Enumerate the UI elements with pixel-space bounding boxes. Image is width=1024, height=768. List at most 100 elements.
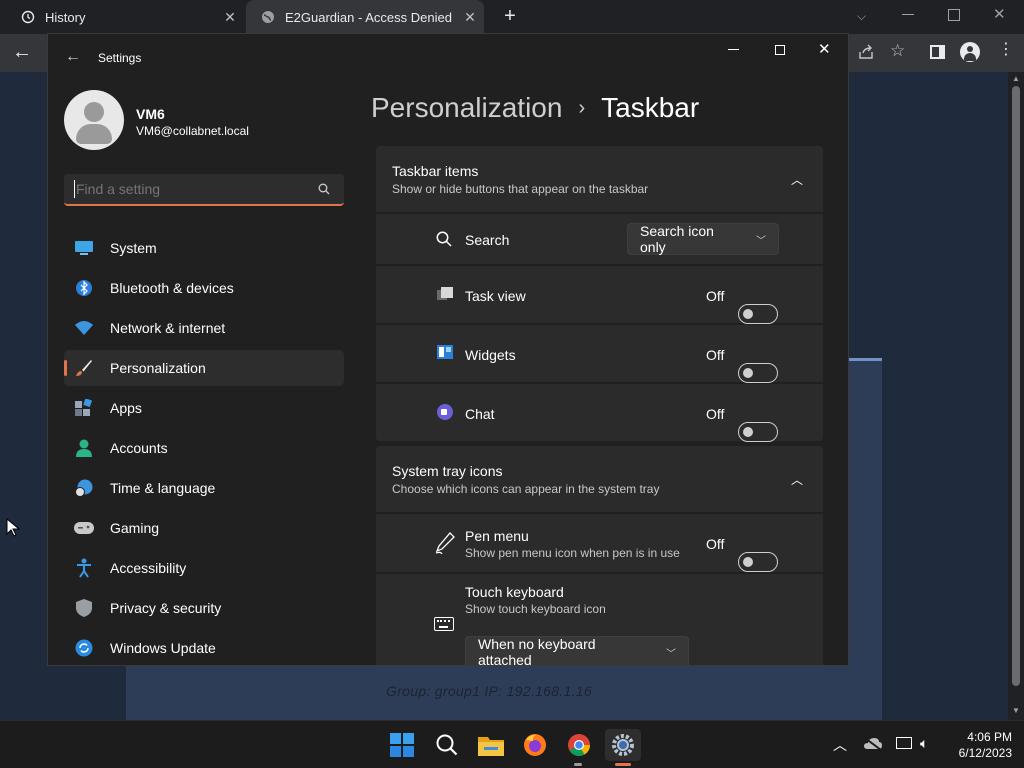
sidebar-item-accounts[interactable]: Accounts (64, 430, 344, 466)
close-tab-icon[interactable]: ✕ (222, 9, 238, 25)
pen-menu-row: Pen menu Show pen menu icon when pen is … (376, 514, 823, 572)
start-windows-icon[interactable] (386, 729, 418, 761)
taskbar-date[interactable]: 6/12/2023 (950, 746, 1012, 760)
time-language-icon (74, 478, 94, 498)
page-scrollbar[interactable]: ▲ ▼ (1008, 72, 1024, 720)
user-name: VM6 (136, 106, 165, 122)
wifi-icon (74, 318, 94, 338)
sidebar-item-privacy[interactable]: Privacy & security (64, 590, 344, 626)
task-view-row: Task view Off (376, 266, 823, 324)
back-arrow-icon[interactable]: ← (12, 42, 32, 62)
row-sublabel: Show touch keyboard icon (465, 602, 606, 616)
toggle-state: Off (706, 347, 725, 363)
windows-taskbar: ︿ 🔈︎ 4:06 PM 6/12/2023 (0, 720, 1024, 768)
tab-title: E2Guardian - Access Denied (285, 9, 452, 25)
file-explorer-icon[interactable] (475, 729, 507, 761)
new-tab-button[interactable]: + (500, 6, 520, 26)
history-icon (20, 9, 36, 25)
sidebar-item-apps[interactable]: Apps (64, 390, 344, 426)
sidebar-item-label: Gaming (110, 520, 160, 536)
chevron-up-icon[interactable]: ︿ (791, 471, 803, 488)
pen-icon (435, 532, 455, 559)
network-icon[interactable] (896, 737, 912, 749)
taskbar-items-header[interactable]: Taskbar items Show or hide buttons that … (376, 146, 823, 212)
sidebar-item-label: Apps (110, 400, 142, 416)
bookmark-star-icon[interactable]: ☆ (890, 41, 905, 61)
avatar[interactable] (64, 90, 124, 150)
touch-keyboard-dropdown[interactable]: When no keyboard attached ﹀ (465, 636, 689, 666)
firefox-icon[interactable] (519, 729, 551, 761)
pen-menu-toggle[interactable] (738, 552, 778, 572)
search-box[interactable] (64, 174, 344, 206)
scrollbar-thumb[interactable] (1012, 86, 1020, 686)
browser-menu-icon[interactable]: ⋮ (998, 42, 1014, 58)
share-icon[interactable] (858, 44, 874, 65)
search-row: Search Search icon only ﹀ (376, 214, 823, 264)
onedrive-offline-icon[interactable] (864, 737, 882, 756)
scroll-down-icon[interactable]: ▼ (1012, 706, 1020, 715)
sidebar-item-time-language[interactable]: Time & language (64, 470, 344, 506)
settings-content: Personalization › Taskbar Taskbar items … (358, 34, 848, 666)
sidebar-item-network[interactable]: Network & internet (64, 310, 344, 346)
accessibility-icon (74, 558, 94, 578)
close-window-icon[interactable]: ✕ (993, 5, 1006, 23)
breadcrumb-parent[interactable]: Personalization (371, 92, 562, 124)
tab-search-icon[interactable]: ⌵ (857, 9, 866, 24)
system-tray-header[interactable]: System tray icons Choose which icons can… (376, 446, 823, 512)
apps-icon (74, 398, 94, 418)
row-label: Chat (465, 406, 495, 422)
chat-toggle[interactable] (738, 421, 778, 442)
breadcrumb-separator: › (578, 96, 586, 119)
settings-sidebar: VM6 VM6@collabnet.local System Bluetooth… (48, 34, 358, 665)
sidebar-item-label: Accounts (110, 440, 168, 456)
chat-row: Chat Off (376, 384, 823, 442)
row-label: Search (465, 232, 510, 248)
sidebar-item-label: Network & internet (110, 320, 226, 336)
chevron-up-icon[interactable]: ︿ (791, 171, 803, 188)
section-subtitle: Choose which icons can appear in the sys… (392, 482, 660, 496)
scroll-up-icon[interactable]: ▲ (1012, 74, 1020, 83)
dropdown-value: When no keyboard attached (478, 636, 596, 666)
sidebar-item-windows-update[interactable]: Windows Update (64, 630, 344, 665)
search-input[interactable] (74, 180, 304, 198)
taskbar-time[interactable]: 4:06 PM (950, 730, 1012, 744)
taskbar-search-icon[interactable] (431, 729, 463, 761)
task-view-toggle[interactable] (738, 303, 778, 324)
shield-icon (74, 598, 94, 618)
sidebar-item-accessibility[interactable]: Accessibility (64, 550, 344, 586)
sidebar-item-gaming[interactable]: Gaming (64, 510, 344, 546)
browser-tab-bar: History ✕ E2Guardian - Access Denied ✕ +… (0, 0, 1024, 34)
section-subtitle: Show or hide buttons that appear on the … (392, 182, 649, 196)
close-tab-icon[interactable]: ✕ (462, 9, 478, 25)
breadcrumb: Personalization › Taskbar (371, 92, 699, 124)
tab-access-denied[interactable]: E2Guardian - Access Denied ✕ (246, 0, 484, 34)
restore-icon[interactable] (948, 9, 960, 21)
sidebar-item-label: Personalization (110, 360, 206, 376)
bluetooth-icon (74, 278, 94, 298)
volume-icon[interactable]: 🔈︎ (920, 735, 928, 752)
search-display-dropdown[interactable]: Search icon only ﹀ (627, 223, 779, 255)
accounts-icon (74, 438, 94, 458)
row-label: Task view (465, 288, 526, 304)
minimize-icon[interactable] (902, 6, 916, 20)
tab-history[interactable]: History ✕ (20, 0, 238, 34)
dropdown-value: Search icon only (640, 223, 714, 255)
side-panel-icon[interactable] (930, 45, 945, 59)
show-hidden-icons-icon[interactable]: ︿ (833, 735, 847, 755)
row-sublabel: Show pen menu icon when pen is in use (465, 546, 680, 560)
sidebar-item-system[interactable]: System (64, 230, 344, 266)
settings-app-icon[interactable] (605, 729, 641, 761)
sidebar-item-label: Privacy & security (110, 600, 222, 616)
sidebar-item-bluetooth[interactable]: Bluetooth & devices (64, 270, 344, 306)
touch-keyboard-row: Touch keyboard Show touch keyboard icon … (376, 574, 823, 666)
settings-window: ← Settings ✕ VM6 VM6@collabnet.local Sys… (47, 33, 849, 666)
widgets-row: Widgets Off (376, 325, 823, 383)
tab-title: History (45, 9, 86, 25)
group-ip-text: Group: group1 IP: 192.168.1.16 (386, 683, 592, 699)
widgets-toggle[interactable] (738, 362, 778, 383)
profile-avatar-icon[interactable] (960, 42, 980, 62)
chrome-icon[interactable] (563, 729, 595, 761)
toggle-state: Off (706, 288, 725, 304)
toggle-state: Off (706, 536, 725, 552)
sidebar-item-personalization[interactable]: Personalization (64, 350, 344, 386)
